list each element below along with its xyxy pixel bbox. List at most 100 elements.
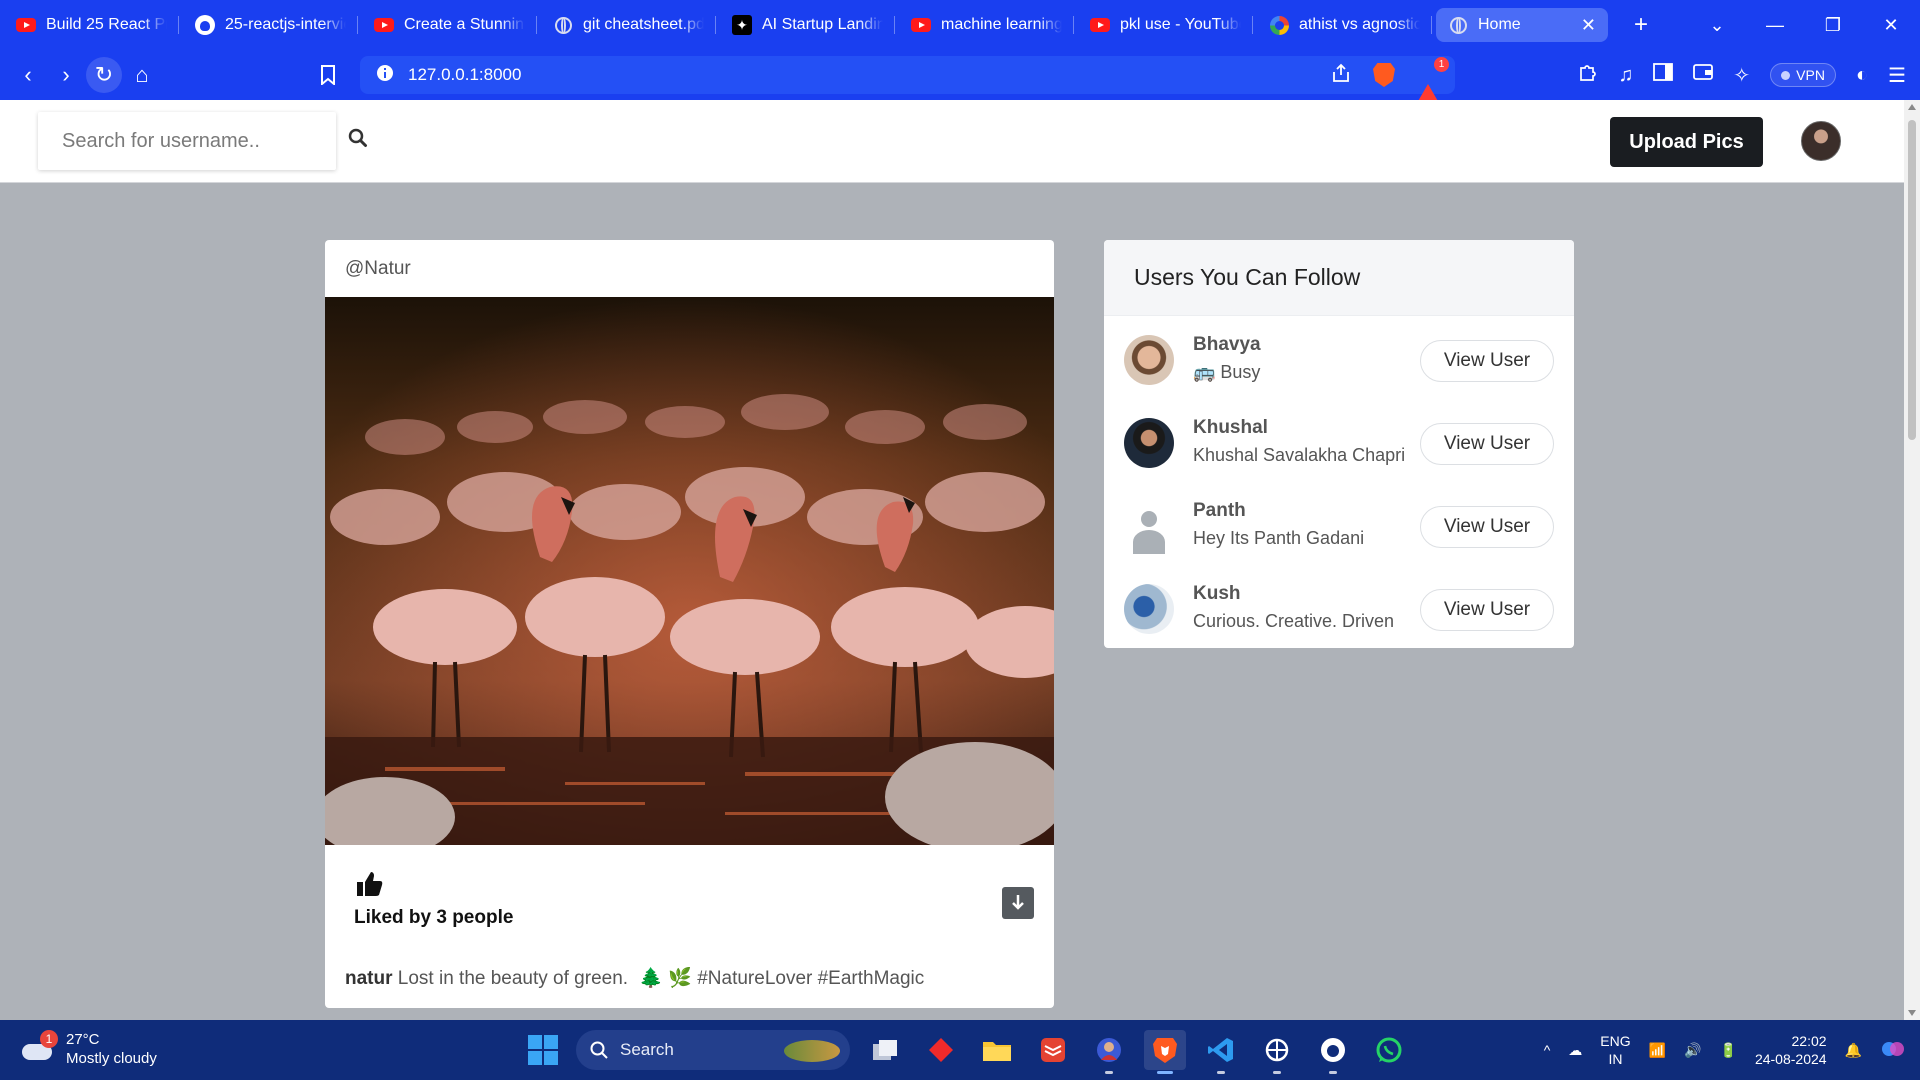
tab-title: 25-reactjs-intervie [225,16,346,33]
user-bio: 🚌 Busy [1193,362,1261,382]
search-icon[interactable] [348,128,370,152]
caption-text: Lost in the beauty of green. [397,968,629,989]
show-hidden-icons-chevron[interactable]: ^ [1544,1042,1551,1058]
close-window-button[interactable]: ✕ [1862,15,1920,36]
tab-athist-agnostic[interactable]: athist vs agnostic [1257,8,1432,42]
tab-pkl-use[interactable]: pkl use - YouTube [1078,8,1253,42]
youtube-icon [1090,15,1110,35]
tab-reactjs-interview[interactable]: 25-reactjs-intervie [183,8,358,42]
bookmark-icon[interactable] [310,57,346,93]
site-header: Upload Pics [0,100,1904,183]
back-button[interactable]: ‹ [10,57,46,93]
view-user-button[interactable]: View User [1420,340,1554,382]
tab-build-25-react[interactable]: Build 25 React Pro [4,8,179,42]
brave-shields-icon[interactable] [1373,63,1395,87]
user-row-khushal: Khushal Khushal Savalakha Chapri View Us… [1104,403,1574,486]
tab-create-stunning[interactable]: Create a Stunning [362,8,537,42]
home-button[interactable]: ⌂ [124,57,160,93]
tab-title: machine learning [941,16,1062,33]
rewards-badge: 1 [1434,57,1449,72]
language-code: ENG [1600,1033,1631,1049]
share-icon[interactable] [1331,63,1351,88]
scroll-up-icon[interactable] [1908,104,1916,110]
whatsapp-icon[interactable] [1368,1030,1410,1070]
brave-rewards-icon[interactable]: 1 [1417,57,1449,103]
forward-button[interactable]: › [48,57,84,93]
scrollbar-thumb[interactable] [1908,120,1916,440]
onedrive-cloud-icon[interactable]: ☁ [1568,1042,1582,1059]
github-icon [195,15,215,35]
taskbar-search-label: Search [620,1040,674,1059]
language-indicator[interactable]: ENG IN [1600,1032,1630,1068]
user-avatar[interactable] [1124,584,1174,634]
notification-bell-icon[interactable]: 🔔 [1845,1042,1862,1059]
file-explorer-icon[interactable] [976,1030,1018,1070]
vpn-label: VPN [1796,67,1825,83]
download-button[interactable] [1002,887,1034,919]
new-tab-button[interactable]: + [1626,11,1656,39]
address-bar[interactable]: 127.0.0.1:8000 1 [360,56,1455,103]
search-icon [590,1041,608,1059]
sidebar-icon[interactable] [1653,63,1674,87]
todoist-icon[interactable] [1032,1030,1074,1070]
game-app-icon[interactable] [1088,1030,1130,1074]
site-info-icon[interactable] [376,64,394,87]
reload-button[interactable]: ↻ [86,57,122,93]
like-thumb-icon[interactable] [355,870,383,898]
scroll-down-icon[interactable] [1908,1010,1916,1016]
post-caption: natur Lost in the beauty of green. 🌲 🌿 #… [345,966,924,990]
tab-search-chevron-icon[interactable]: ⌄ [1688,15,1746,36]
chatgpt-icon[interactable] [1256,1030,1298,1074]
youtube-icon [16,15,36,35]
github-desktop-icon[interactable] [1312,1030,1354,1074]
view-user-button[interactable]: View User [1420,506,1554,548]
browser-toolbar: ‹ › ↻ ⌂ 127.0.0.1:8000 1 ♫ ✧ VPN ◐ ☰ [0,50,1920,103]
windows-start-icon[interactable] [528,1035,558,1065]
post-username[interactable]: @Natur [345,258,411,280]
restore-button[interactable]: ❐ [1804,15,1862,36]
url-text: 127.0.0.1:8000 [408,65,522,84]
tab-ai-startup[interactable]: ✦ AI Startup Landing [720,8,895,42]
menu-icon[interactable]: ☰ [1888,63,1906,88]
theme-icon[interactable]: ◐ [1856,64,1868,87]
google-icon [1269,15,1289,35]
tab-git-cheatsheet[interactable]: git cheatsheet.pdf [541,8,716,42]
vscode-icon[interactable] [1200,1030,1242,1074]
caption-username[interactable]: natur [345,968,393,989]
extensions-icon[interactable] [1578,62,1598,88]
volume-icon[interactable]: 🔊 [1684,1042,1701,1059]
weather-widget[interactable]: 1 27°C Mostly cloudy [20,1030,157,1068]
page-scrollbar[interactable] [1904,100,1920,1020]
view-user-button[interactable]: View User [1420,589,1554,631]
leo-ai-icon[interactable]: ✧ [1733,63,1750,88]
brave-browser-icon[interactable] [1144,1030,1186,1074]
youtube-icon [911,15,931,35]
clock[interactable]: 22:02 24-08-2024 [1755,1032,1827,1068]
minimize-button[interactable]: — [1746,15,1804,36]
wifi-icon[interactable]: 📶 [1649,1042,1666,1059]
upload-pics-button[interactable]: Upload Pics [1610,117,1763,167]
user-name: Bhavya [1193,334,1261,355]
close-tab-icon[interactable]: ✕ [1581,15,1596,36]
follow-title: Users You Can Follow [1104,240,1574,316]
temperature: 27°C [66,1031,100,1048]
vpn-button[interactable]: VPN [1770,63,1836,87]
task-view-icon[interactable] [864,1030,906,1070]
music-icon[interactable]: ♫ [1618,64,1633,87]
view-user-button[interactable]: View User [1420,423,1554,465]
tab-machine-learning[interactable]: machine learning [899,8,1074,42]
battery-icon[interactable]: 🔋 [1720,1042,1737,1059]
time: 22:02 [1791,1033,1827,1049]
likes-count-text: Liked by 3 people [354,907,514,928]
red-diamond-app-icon[interactable] [920,1030,962,1070]
user-avatar[interactable] [1124,335,1174,385]
tab-home[interactable]: Home ✕ [1436,8,1608,42]
user-avatar[interactable] [1124,418,1174,468]
taskbar-search[interactable]: Search [576,1030,850,1070]
profile-avatar[interactable] [1801,121,1841,161]
copilot-icon[interactable] [1880,1036,1906,1065]
user-name: Kush [1193,583,1241,604]
wallet-icon[interactable] [1693,63,1714,87]
username-search-input[interactable] [38,112,336,170]
sparkle-icon: ✦ [732,15,752,35]
